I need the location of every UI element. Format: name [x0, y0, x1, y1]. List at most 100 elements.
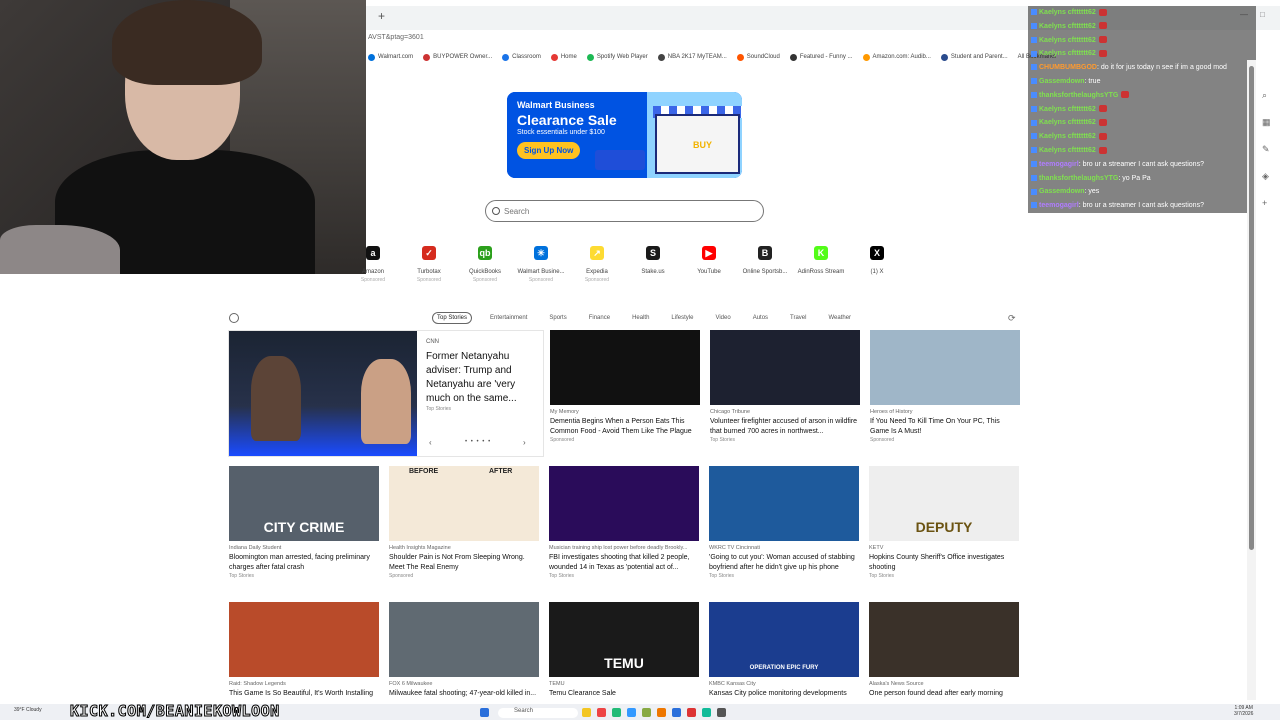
chat-username[interactable]: Kaelyns cftttttt62	[1039, 23, 1096, 30]
sidebar-tools-icon[interactable]: ✎	[1262, 144, 1271, 155]
news-tab[interactable]: Autos	[749, 313, 772, 323]
taskbar-search[interactable]: Search	[498, 708, 578, 718]
news-tab[interactable]: Entertainment	[486, 313, 531, 323]
news-card-title[interactable]: Shoulder Pain is Not From Sleeping Wrong…	[389, 553, 539, 573]
taskbar-app-icon[interactable]	[612, 708, 621, 717]
quick-link-tile[interactable]: K AdinRoss Stream	[791, 246, 851, 277]
chat-username[interactable]: teemogagirl	[1039, 202, 1079, 209]
bookmark-item[interactable]: Home	[549, 53, 579, 61]
sidebar-search-icon[interactable]: ⌕	[1262, 90, 1271, 101]
chat-username[interactable]: thanksforthelaughsYTG	[1039, 175, 1118, 182]
sidebar-games-icon[interactable]: ◈	[1262, 171, 1271, 182]
taskbar-app-icon[interactable]	[582, 708, 591, 717]
chat-username[interactable]: Kaelyns cftttttt62	[1039, 9, 1096, 16]
news-card[interactable]: DEPUTY KETV Hopkins County Sheriff's Offic…	[869, 466, 1019, 579]
news-card[interactable]: BEFORE AFTER Health Insights Magazine Shoul…	[389, 466, 539, 579]
quick-link-tile[interactable]: qb QuickBooks Sponsored	[455, 246, 515, 283]
taskbar-app-icon[interactable]	[657, 708, 666, 717]
sidebar-add-icon[interactable]: +	[1262, 198, 1271, 208]
carousel-next-icon[interactable]: ›	[523, 438, 526, 447]
news-card-title[interactable]: Dementia Begins When a Person Eats This …	[550, 417, 700, 437]
news-card-title[interactable]: If You Need To Kill Time On Your PC, Thi…	[870, 417, 1020, 437]
news-card[interactable]: My Memory Dementia Begins When a Person E…	[550, 330, 700, 443]
news-card-title[interactable]: Bloomington man arrested, facing prelimi…	[229, 553, 379, 573]
taskbar-app-icon[interactable]	[672, 708, 681, 717]
taskbar-app-icon[interactable]	[627, 708, 636, 717]
search-box[interactable]	[485, 200, 764, 222]
taskbar-weather[interactable]: 39°F Cloudy	[14, 707, 42, 713]
news-card[interactable]: Chicago Tribune Volunteer firefighter acc…	[710, 330, 860, 443]
chat-username[interactable]: thanksforthelaughsYTG	[1039, 92, 1118, 99]
quick-link-tile[interactable]: ✳ Walmart Busine... Sponsored	[511, 246, 571, 283]
news-tab[interactable]: Health	[628, 313, 653, 323]
hero-story[interactable]: CNN Former Netanyahu adviser: Trump and …	[228, 330, 544, 457]
news-tab[interactable]: Finance	[585, 313, 614, 323]
taskbar-app-icon[interactable]	[687, 708, 696, 717]
news-card[interactable]: Raid: Shadow Legends This Game Is So Beau…	[229, 602, 379, 709]
chat-username[interactable]: Kaelyns cftttttt62	[1039, 119, 1096, 126]
news-card[interactable]: Alaska's News Source One person found dea…	[869, 602, 1019, 709]
bookmark-item[interactable]: NBA 2K17 MyTEAM...	[656, 53, 729, 61]
news-tab[interactable]: Lifestyle	[667, 313, 697, 323]
news-tab[interactable]: Top Stories	[432, 312, 473, 324]
chat-username[interactable]: CHUMBUMBGOD	[1039, 64, 1097, 71]
carousel-dots[interactable]: • • • • •	[465, 439, 491, 445]
search-input[interactable]	[504, 206, 744, 216]
chat-username[interactable]: Gassemdown	[1039, 78, 1085, 85]
hero-title[interactable]: Former Netanyahu adviser: Trump and Neta…	[426, 350, 538, 406]
news-tab[interactable]: Weather	[824, 313, 855, 323]
bookmark-item[interactable]: BUYPOWER Owner...	[421, 53, 494, 61]
sidebar-apps-icon[interactable]: ▦	[1262, 117, 1271, 128]
maximize-icon[interactable]: □	[1260, 10, 1265, 19]
quick-link-tile[interactable]: a Amazon Sponsored	[343, 246, 403, 283]
chat-username[interactable]: Kaelyns cftttttt62	[1039, 37, 1096, 44]
news-card-title[interactable]: FBI investigates shooting that killed 2 …	[549, 553, 699, 573]
news-card-title[interactable]: Hopkins County Sheriff's Office investig…	[869, 553, 1019, 573]
news-card[interactable]: Heroes of History If You Need To Kill Tim…	[870, 330, 1020, 443]
bookmark-item[interactable]: Walmart.com	[366, 53, 415, 61]
chat-username[interactable]: Gassemdown	[1039, 188, 1085, 195]
quick-link-tile[interactable]: X (1) X	[847, 246, 907, 277]
news-tab[interactable]: Sports	[545, 313, 570, 323]
start-icon[interactable]	[480, 708, 489, 717]
chat-username[interactable]: Kaelyns cftttttt62	[1039, 106, 1096, 113]
news-settings-icon[interactable]	[229, 313, 239, 323]
carousel-prev-icon[interactable]: ‹	[429, 438, 432, 447]
bookmark-item[interactable]: Student and Parent...	[939, 53, 1010, 61]
news-card[interactable]: CITY CRIME Indiana Daily Student Bloomingt…	[229, 466, 379, 579]
chat-username[interactable]: teemogagirl	[1039, 161, 1079, 168]
quick-link-tile[interactable]: B Online Sportsb...	[735, 246, 795, 277]
walmart-ad-banner[interactable]: Walmart Business Clearance Sale Stock es…	[507, 92, 742, 178]
news-card[interactable]: Musician training ship lost power before…	[549, 466, 699, 579]
news-tab[interactable]: Video	[711, 313, 734, 323]
refresh-icon[interactable]: ⟳	[1008, 313, 1016, 324]
chat-username[interactable]: Kaelyns cftttttt62	[1039, 50, 1096, 57]
taskbar-app-icon[interactable]	[642, 708, 651, 717]
quick-link-tile[interactable]: ▶ YouTube	[679, 246, 739, 277]
news-card[interactable]: OPERATION EPIC FURY KMBC Kansas City Kansa…	[709, 602, 859, 709]
chat-username[interactable]: Kaelyns cftttttt62	[1039, 133, 1096, 140]
scrollbar-thumb[interactable]	[1249, 66, 1254, 550]
taskbar-app-icon[interactable]	[702, 708, 711, 717]
bookmark-item[interactable]: Spotify Web Player	[585, 53, 650, 61]
news-card-title[interactable]: 'Going to cut you': Woman accused of sta…	[709, 553, 859, 573]
news-tab[interactable]: Travel	[786, 313, 810, 323]
news-card[interactable]: FOX 6 Milwaukee Milwaukee fatal shooting;…	[389, 602, 539, 709]
news-card-title[interactable]: Volunteer firefighter accused of arson i…	[710, 417, 860, 437]
taskbar-app-icon[interactable]	[717, 708, 726, 717]
chat-username[interactable]: Kaelyns cftttttt62	[1039, 147, 1096, 154]
news-card[interactable]: TEMU TEMU Temu Clearance Sale	[549, 602, 699, 709]
bookmark-item[interactable]: Amazon.com: Audib...	[861, 53, 933, 61]
quick-link-tile[interactable]: ↗ Expedia Sponsored	[567, 246, 627, 283]
quick-link-tile[interactable]: ✓ Turbotax Sponsored	[399, 246, 459, 283]
taskbar-app-icon[interactable]	[597, 708, 606, 717]
chat-message: CHUMBUMBGOD: do it for jus today n see i…	[1028, 61, 1256, 75]
news-card[interactable]: WKRC TV Cincinnati 'Going to cut you': Wo…	[709, 466, 859, 579]
bookmark-item[interactable]: SoundCloud	[735, 53, 782, 61]
quick-link-tile[interactable]: S Stake.us	[623, 246, 683, 277]
bookmark-item[interactable]: Classroom	[500, 53, 543, 61]
new-tab-button[interactable]: +	[378, 9, 385, 23]
ad-signup-button[interactable]: Sign Up Now	[517, 142, 581, 159]
bookmark-item[interactable]: Featured - Funny ...	[788, 53, 855, 61]
taskbar-clock[interactable]: 1:09 AM 3/7/2026	[1234, 705, 1253, 717]
